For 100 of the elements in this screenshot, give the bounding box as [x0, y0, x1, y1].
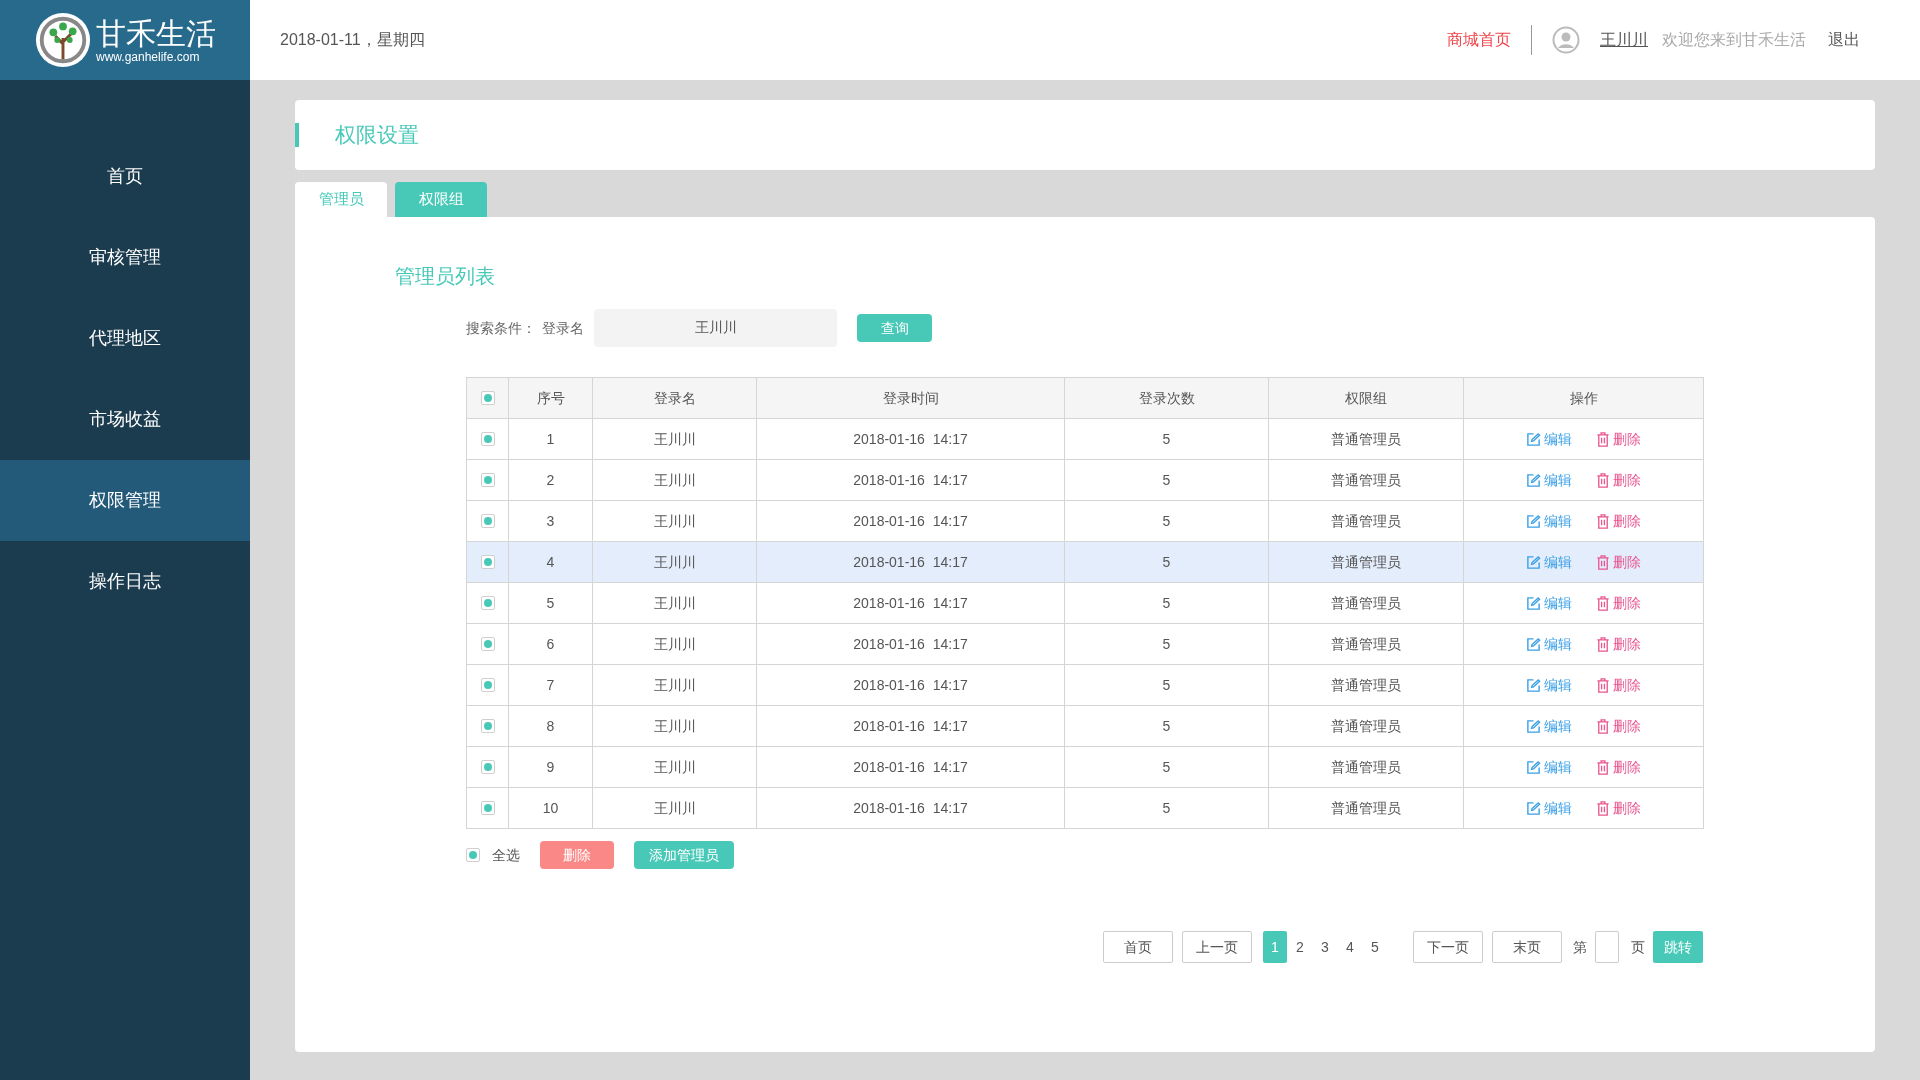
table-row[interactable]: 5 王川川 2018-01-16 14:17 5 普通管理员 编辑 删除 — [466, 582, 1704, 624]
checkbox[interactable] — [480, 719, 495, 733]
delete-link[interactable]: 删除 — [1596, 715, 1641, 737]
table-row[interactable]: 8 王川川 2018-01-16 14:17 5 普通管理员 编辑 删除 — [466, 705, 1704, 747]
table-cell: 2018-01-16 14:17 — [756, 418, 1065, 460]
page-number[interactable]: 4 — [1338, 931, 1362, 963]
table-cell: 5 — [1064, 705, 1269, 747]
sidebar-item[interactable]: 操作日志 — [0, 541, 250, 622]
table-cell: 5 — [1064, 418, 1269, 460]
edit-link[interactable]: 编辑 — [1526, 674, 1572, 696]
table-cell: 5 — [508, 582, 593, 624]
checkbox[interactable] — [480, 432, 495, 446]
delete-link[interactable]: 删除 — [1596, 510, 1641, 532]
add-admin-button[interactable]: 添加管理员 — [634, 841, 734, 869]
first-page-button[interactable]: 首页 — [1103, 931, 1173, 963]
table-cell: 普通管理员 — [1268, 500, 1464, 542]
delete-link[interactable]: 删除 — [1596, 797, 1641, 819]
trash-icon — [1596, 636, 1610, 652]
table-cell: 2018-01-16 14:17 — [756, 705, 1065, 747]
edit-link[interactable]: 编辑 — [1526, 510, 1572, 532]
edit-link[interactable]: 编辑 — [1526, 633, 1572, 655]
date-text: 2018-01-11，星期四 — [280, 30, 425, 50]
query-button[interactable]: 查询 — [857, 314, 932, 342]
edit-icon — [1526, 800, 1541, 816]
last-page-button[interactable]: 末页 — [1492, 931, 1562, 963]
next-page-button[interactable]: 下一页 — [1413, 931, 1483, 963]
edit-icon — [1526, 595, 1541, 611]
page-input-field[interactable] — [1595, 931, 1619, 963]
edit-icon — [1526, 513, 1541, 529]
checkbox[interactable] — [480, 514, 495, 528]
edit-link[interactable]: 编辑 — [1526, 797, 1572, 819]
logout-link[interactable]: 退出 — [1828, 28, 1860, 52]
table-cell: 普通管理员 — [1268, 541, 1464, 583]
sidebar-item[interactable]: 审核管理 — [0, 217, 250, 298]
table-cell: 王川川 — [592, 746, 757, 788]
sidebar-item[interactable]: 权限管理 — [0, 460, 250, 541]
table-cell: 2018-01-16 14:17 — [756, 746, 1065, 788]
checkbox[interactable] — [466, 848, 480, 862]
table-row[interactable]: 3 王川川 2018-01-16 14:17 5 普通管理员 编辑 删除 — [466, 500, 1704, 542]
sidebar-item[interactable]: 市场收益 — [0, 379, 250, 460]
delete-link[interactable]: 删除 — [1596, 633, 1641, 655]
table-cell: 2018-01-16 14:17 — [756, 787, 1065, 829]
tab[interactable]: 管理员 — [295, 182, 387, 217]
delete-link[interactable]: 删除 — [1596, 428, 1641, 450]
sidebar-item[interactable]: 首页 — [0, 136, 250, 217]
section-title: 管理员列表 — [395, 264, 496, 289]
table-row[interactable]: 6 王川川 2018-01-16 14:17 5 普通管理员 编辑 删除 — [466, 623, 1704, 665]
checkbox[interactable] — [480, 555, 495, 569]
logo-name: 甘禾生活 — [96, 17, 216, 51]
trash-icon — [1596, 595, 1610, 611]
page-number[interactable]: 1 — [1263, 931, 1287, 963]
table-cell: 王川川 — [592, 787, 757, 829]
page-number[interactable]: 2 — [1288, 931, 1312, 963]
table-cell: 8 — [508, 705, 593, 747]
delete-link[interactable]: 删除 — [1596, 551, 1641, 573]
checkbox[interactable] — [480, 801, 495, 815]
login-name-field[interactable]: 王川川 — [594, 309, 837, 347]
select-all-label: 全选 — [492, 845, 520, 865]
table-row[interactable]: 9 王川川 2018-01-16 14:17 5 普通管理员 编辑 删除 — [466, 746, 1704, 788]
checkbox[interactable] — [480, 391, 495, 405]
table-cell: 5 — [1064, 787, 1269, 829]
page-number[interactable]: 5 — [1363, 931, 1387, 963]
checkbox[interactable] — [480, 678, 495, 692]
sidebar-item[interactable]: 代理地区 — [0, 298, 250, 379]
delete-link[interactable]: 删除 — [1596, 674, 1641, 696]
table-row[interactable]: 4 王川川 2018-01-16 14:17 5 普通管理员 编辑 删除 — [466, 541, 1704, 583]
table-row[interactable]: 7 王川川 2018-01-16 14:17 5 普通管理员 编辑 删除 — [466, 664, 1704, 706]
page-number[interactable]: 3 — [1313, 931, 1337, 963]
checkbox[interactable] — [480, 760, 495, 774]
checkbox[interactable] — [480, 596, 495, 610]
mall-home-link[interactable]: 商城首页 — [1447, 28, 1511, 52]
table-row[interactable]: 2 王川川 2018-01-16 14:17 5 普通管理员 编辑 删除 — [466, 459, 1704, 501]
table-row[interactable]: 1 王川川 2018-01-16 14:17 5 普通管理员 编辑 删除 — [466, 418, 1704, 460]
checkbox[interactable] — [480, 473, 495, 487]
delete-link[interactable]: 删除 — [1596, 756, 1641, 778]
table-cell: 王川川 — [592, 459, 757, 501]
trash-icon — [1596, 759, 1610, 775]
edit-icon — [1526, 677, 1541, 693]
prev-page-button[interactable]: 上一页 — [1182, 931, 1252, 963]
table-cell: 2018-01-16 14:17 — [756, 664, 1065, 706]
table-header-cell: 序号 — [508, 377, 593, 419]
edit-link[interactable]: 编辑 — [1526, 756, 1572, 778]
checkbox[interactable] — [480, 637, 495, 651]
table-cell: 5 — [1064, 623, 1269, 665]
tab[interactable]: 权限组 — [395, 182, 487, 217]
trash-icon — [1596, 554, 1610, 570]
edit-link[interactable]: 编辑 — [1526, 428, 1572, 450]
edit-link[interactable]: 编辑 — [1526, 592, 1572, 614]
table-row[interactable]: 10 王川川 2018-01-16 14:17 5 普通管理员 编辑 删除 — [466, 787, 1704, 829]
table-cell: 2 — [508, 459, 593, 501]
table-cell: 2018-01-16 14:17 — [756, 541, 1065, 583]
delete-link[interactable]: 删除 — [1596, 592, 1641, 614]
delete-link[interactable]: 删除 — [1596, 469, 1641, 491]
bulk-delete-button[interactable]: 删除 — [540, 841, 614, 869]
edit-link[interactable]: 编辑 — [1526, 551, 1572, 573]
jump-button[interactable]: 跳转 — [1653, 931, 1703, 963]
edit-link[interactable]: 编辑 — [1526, 715, 1572, 737]
edit-link[interactable]: 编辑 — [1526, 469, 1572, 491]
username-link[interactable]: 王川川 — [1600, 28, 1648, 52]
table-cell: 2018-01-16 14:17 — [756, 459, 1065, 501]
